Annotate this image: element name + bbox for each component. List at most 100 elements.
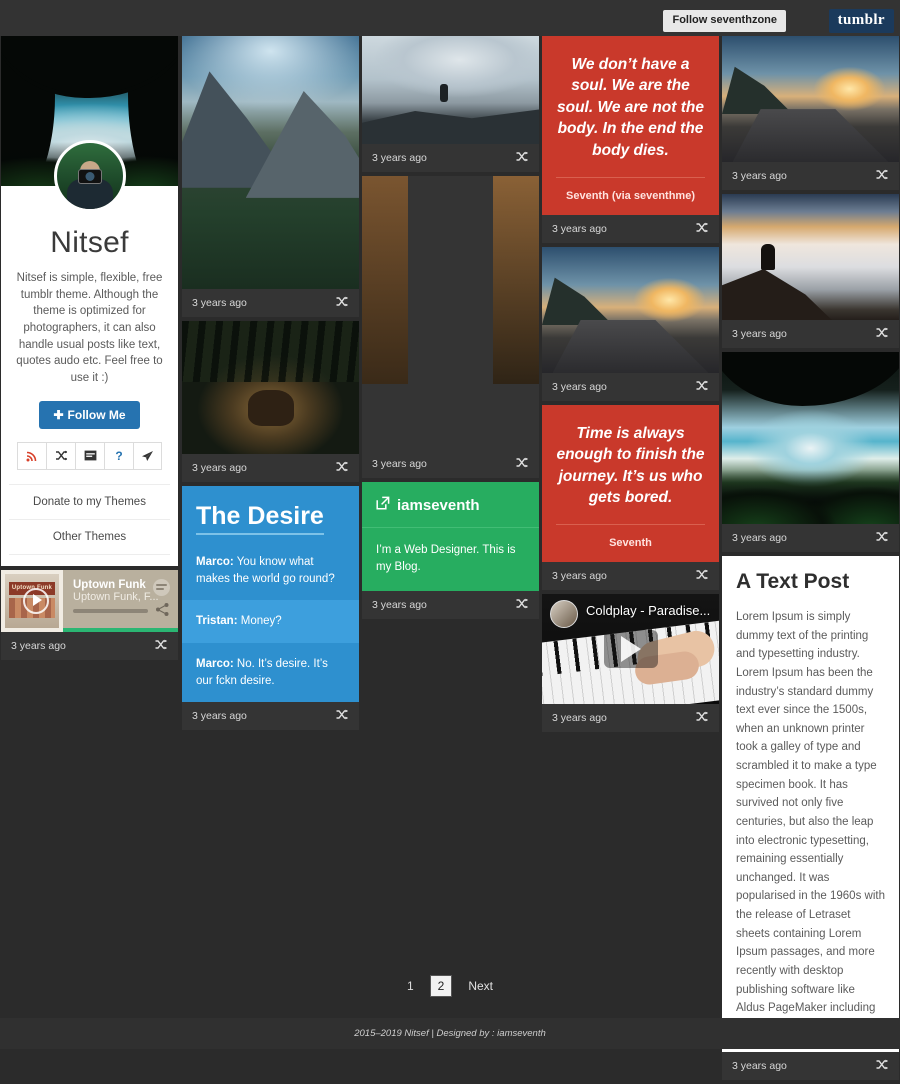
post-date: 3 years ago [552,380,607,393]
quote-source[interactable]: Seventh [556,524,705,562]
reblog-icon[interactable] [875,167,889,185]
external-link-icon-glyph [376,496,390,510]
spotify-icon [153,578,170,596]
archive-icon-glyph [84,450,96,461]
reblog-icon[interactable] [875,325,889,343]
page-link-1[interactable]: 1 [407,979,414,993]
quote-source[interactable]: Seventh (via seventhme) [556,176,705,215]
follow-blog-button[interactable]: Follow seventhzone [663,10,786,32]
post-footer: 3 years ago [182,702,359,731]
link-body[interactable]: iamseventh I’m a Web Designer. This is m… [362,482,539,591]
reblog-icon[interactable] [154,637,168,655]
reblog-icon[interactable] [695,378,709,396]
post-footer: 3 years ago [362,450,539,478]
follow-me-button[interactable]: ✚ Follow Me [39,400,140,429]
post-date: 3 years ago [192,710,247,723]
quote-post-2: Time is always enough to finish the jour… [542,404,719,591]
reblog-icon[interactable] [695,567,709,585]
rss-icon[interactable] [17,441,46,470]
reblog-icon[interactable] [335,459,349,477]
link-post: iamseventh I’m a Web Designer. This is m… [362,482,539,619]
chat-line: Marco: No. It’s desire. It’s our fckn de… [182,643,359,702]
sidebar-item-donate[interactable]: Donate to my Themes [9,483,170,519]
post-footer: 3 years ago [542,372,719,401]
page-link-2-active[interactable]: 2 [429,975,453,997]
post-footer: 3 years ago [722,162,899,190]
post-date: 3 years ago [732,532,787,544]
reblog-icon[interactable] [515,149,529,167]
chat-speaker: Tristan: [196,615,238,628]
blog-sidebar: Nitsef Nitsef is simple, flexible, free … [1,36,178,566]
avatar [53,140,126,212]
submit-icon[interactable] [133,441,162,470]
play-icon [33,593,42,606]
audio-progress-bar[interactable] [73,608,148,613]
random-icon[interactable] [46,441,75,470]
photo-ocean[interactable] [722,352,899,524]
ask-icon[interactable]: ? [104,441,133,470]
video-title: Coldplay - Paradise... [586,603,711,619]
chat-body: The Desire Marco: You know what makes th… [182,486,359,703]
share-icon[interactable] [156,602,169,619]
text-post-content: Lorem Ipsum is simply dummy text of the … [736,611,885,1033]
post-date: 3 years ago [372,458,427,470]
reblog-icon[interactable] [875,529,889,547]
post-footer: 3 years ago [542,704,719,733]
reblog-icon[interactable] [875,1057,889,1075]
sidebar-item-other-themes[interactable]: Other Themes [9,518,170,554]
column-3: 3 years ago 3 years ago iamseventh I’m a… [362,36,539,623]
post-date: 3 years ago [11,639,66,652]
reblog-icon[interactable] [515,455,529,473]
reblog-icon[interactable] [335,707,349,725]
post-date: 3 years ago [192,462,247,474]
quote-text: We don’t have a soul. We are the soul. W… [557,56,704,159]
page-footer: 2015–2019 Nitsef | Designed by : iamseve… [0,1018,900,1049]
post-footer: 3 years ago [722,1052,899,1081]
tumblr-logo-button[interactable]: tumblr [828,9,894,33]
quote-text: Time is always enough to finish the jour… [556,424,705,506]
post-date: 3 years ago [372,598,427,611]
text-post: A Text Post Lorem Ipsum is simply dummy … [722,556,899,1081]
post-date: 3 years ago [552,570,607,583]
reblog-icon[interactable] [515,596,529,614]
chat-title: The Desire [182,486,359,541]
quote-body: We don’t have a soul. We are the soul. W… [542,36,719,215]
sidebar-icon-row: ? [9,441,170,470]
video-player[interactable]: Coldplay - Paradise... [542,594,719,705]
archive-icon[interactable] [75,441,104,470]
page-title: Nitsef [50,226,129,259]
blog-description: Nitsef is simple, flexible, free tumblr … [16,272,163,385]
reblog-icon[interactable] [695,709,709,727]
post-footer: 3 years ago [182,454,359,482]
post-date: 3 years ago [732,170,787,182]
tumblr-top-bar: Follow seventhzone tumblr [0,0,900,36]
chat-line: Marco: You know what makes the world go … [182,541,359,600]
reblog-icon[interactable] [335,294,349,312]
chat-speaker: Marco: [196,556,234,568]
photo-post-cliff: 3 years ago [362,36,539,172]
post-date: 3 years ago [732,328,787,340]
post-date: 3 years ago [192,297,247,309]
quote-body: Time is always enough to finish the jour… [542,404,719,563]
plus-icon: ✚ [53,407,64,422]
photo-clouds[interactable] [722,194,899,320]
channel-avatar [550,600,578,629]
photo-sunset-road-top[interactable] [722,36,899,162]
reblog-icon[interactable] [695,220,709,238]
photo-post-clouds: 3 years ago [722,194,899,348]
audio-player[interactable]: Uptown Funk Uptown Funk Uptown Funk, F..… [1,569,178,632]
post-footer: 3 years ago [542,214,719,243]
chat-speaker: Marco: [196,658,234,671]
photo-mountains[interactable] [182,36,359,289]
chat-line: Tristan: Money? [182,600,359,644]
next-page-link[interactable]: Next [468,979,493,993]
column-4: We don’t have a soul. We are the soul. W… [542,36,719,736]
post-footer: 3 years ago [182,289,359,317]
photo-cliff[interactable] [362,36,539,144]
text-post-title: A Text Post [736,570,850,593]
post-date: 3 years ago [372,152,427,164]
photo-alley[interactable] [362,176,539,450]
submit-icon-glyph [142,450,153,461]
photo-bear[interactable] [182,321,359,454]
photo-sunsetroad[interactable] [542,246,719,373]
